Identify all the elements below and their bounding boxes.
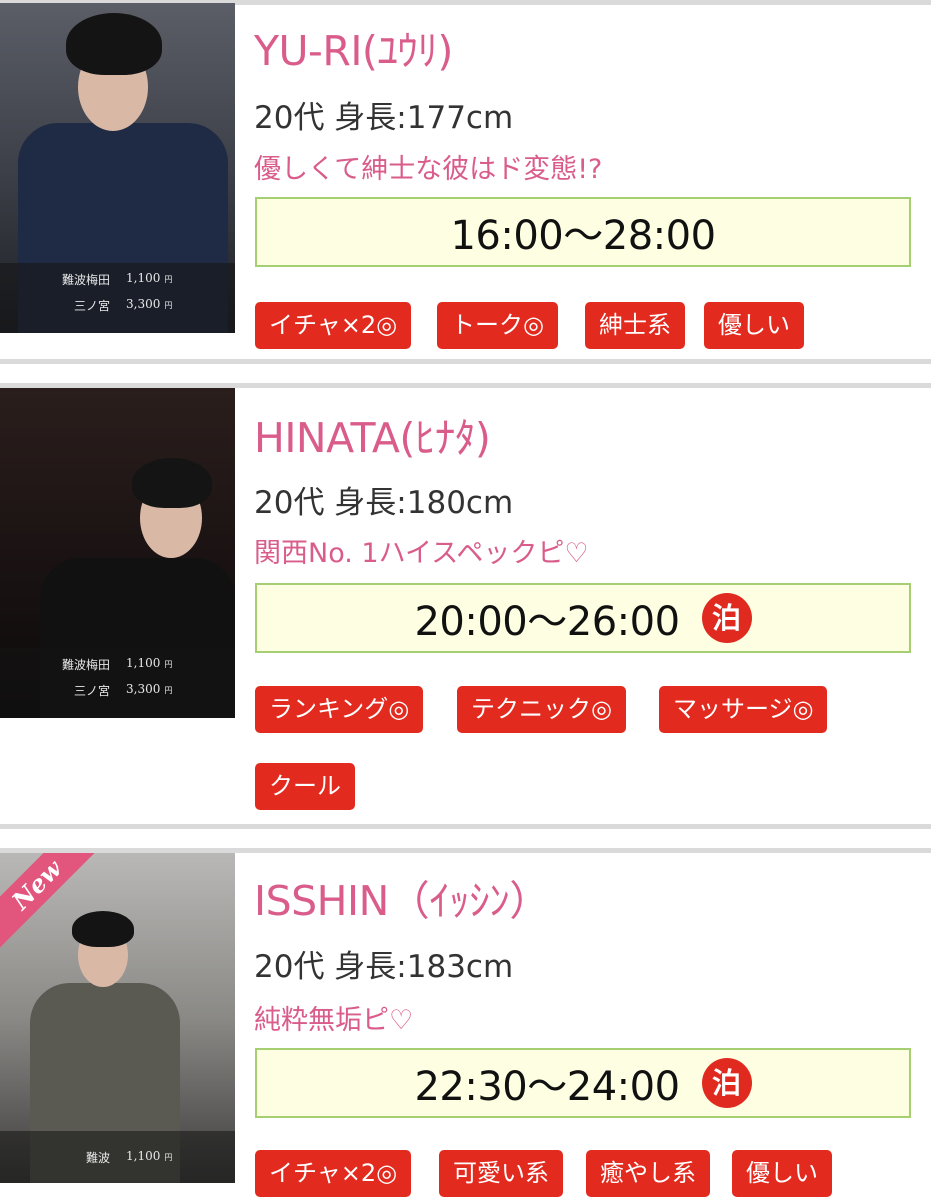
price-area: 難波	[85, 1151, 110, 1165]
price-area: 難波梅田	[61, 273, 110, 287]
tag[interactable]: 紳士系	[585, 302, 685, 349]
tag[interactable]: 優しい	[732, 1150, 832, 1197]
cast-card[interactable]: 難波梅田 1,100 円 三ノ宮 3,300 円 HINATA(ﾋﾅﾀ) 20代 身…	[0, 388, 931, 824]
schedule-time: 22:30〜24:00	[414, 1064, 680, 1110]
schedule-time: 20:00〜26:00	[414, 599, 680, 645]
tag[interactable]: 可愛い系	[439, 1150, 563, 1197]
price-area: 三ノ宮	[73, 299, 110, 313]
price-area: 難波梅田	[61, 658, 110, 672]
schedule-time: 16:00〜28:00	[450, 213, 716, 259]
overnight-badge: 泊	[701, 593, 752, 643]
tag[interactable]: 優しい	[704, 302, 804, 349]
cast-catchcopy: 関西No. 1ハイスペックピ♡	[254, 538, 589, 569]
price-amount: 1,100 円	[126, 271, 173, 285]
schedule-box: 16:00〜28:00	[255, 197, 911, 267]
price-area: 三ノ宮	[73, 684, 110, 698]
price-overlay: 難波梅田 1,100 円 三ノ宮 3,300 円	[0, 648, 235, 718]
tag[interactable]: テクニック◎	[457, 686, 626, 733]
cast-photo[interactable]: New 難波 1,100 円	[0, 853, 235, 1183]
cast-photo[interactable]: 難波梅田 1,100 円 三ノ宮 3,300 円	[0, 3, 235, 333]
overnight-badge: 泊	[701, 1058, 752, 1108]
cast-age-height: 20代 身長:180cm	[254, 485, 514, 521]
tag[interactable]: ランキング◎	[255, 686, 424, 733]
schedule-box: 20:00〜26:00 泊	[255, 583, 911, 653]
tag[interactable]: イチャ×2◎	[255, 1150, 412, 1197]
price-amount: 1,100 円	[126, 656, 173, 670]
cast-name[interactable]: YU-RI(ﾕｳﾘ)	[254, 17, 453, 77]
tag[interactable]: マッサージ◎	[659, 686, 828, 733]
cast-photo[interactable]: 難波梅田 1,100 円 三ノ宮 3,300 円	[0, 388, 235, 718]
cast-age-height: 20代 身長:183cm	[254, 949, 514, 985]
photo-figure	[132, 458, 212, 508]
divider	[0, 824, 931, 829]
cast-name[interactable]: ISSHIN（ｲｯｼﾝ）	[254, 867, 550, 927]
price-overlay: 難波 1,100 円	[0, 1131, 235, 1183]
cast-name[interactable]: HINATA(ﾋﾅﾀ)	[254, 404, 491, 464]
price-amount: 3,300 円	[126, 682, 173, 696]
price-amount: 3,300 円	[126, 297, 173, 311]
tag[interactable]: クール	[255, 763, 355, 810]
tag[interactable]: トーク◎	[437, 302, 558, 349]
divider	[0, 359, 931, 364]
photo-figure	[72, 911, 134, 947]
price-overlay: 難波梅田 1,100 円 三ノ宮 3,300 円	[0, 263, 235, 333]
photo-figure	[66, 13, 162, 75]
cast-catchcopy: 優しくて紳士な彼はド変態!?	[254, 154, 603, 185]
tag[interactable]: イチャ×2◎	[255, 302, 412, 349]
cast-card[interactable]: New 難波 1,100 円 ISSHIN（ｲｯｼﾝ） 20代 身長:183cm …	[0, 853, 931, 1200]
schedule-box: 22:30〜24:00 泊	[255, 1048, 911, 1118]
cast-age-height: 20代 身長:177cm	[254, 100, 514, 136]
tag[interactable]: 癒やし系	[586, 1150, 710, 1197]
cast-list: 難波梅田 1,100 円 三ノ宮 3,300 円 YU-RI(ﾕｳﾘ) 20代 身長…	[0, 0, 931, 1200]
cast-catchcopy: 純粋無垢ピ♡	[254, 1005, 414, 1036]
price-amount: 1,100 円	[126, 1149, 173, 1163]
cast-card[interactable]: 難波梅田 1,100 円 三ノ宮 3,300 円 YU-RI(ﾕｳﾘ) 20代 身長…	[0, 3, 931, 359]
